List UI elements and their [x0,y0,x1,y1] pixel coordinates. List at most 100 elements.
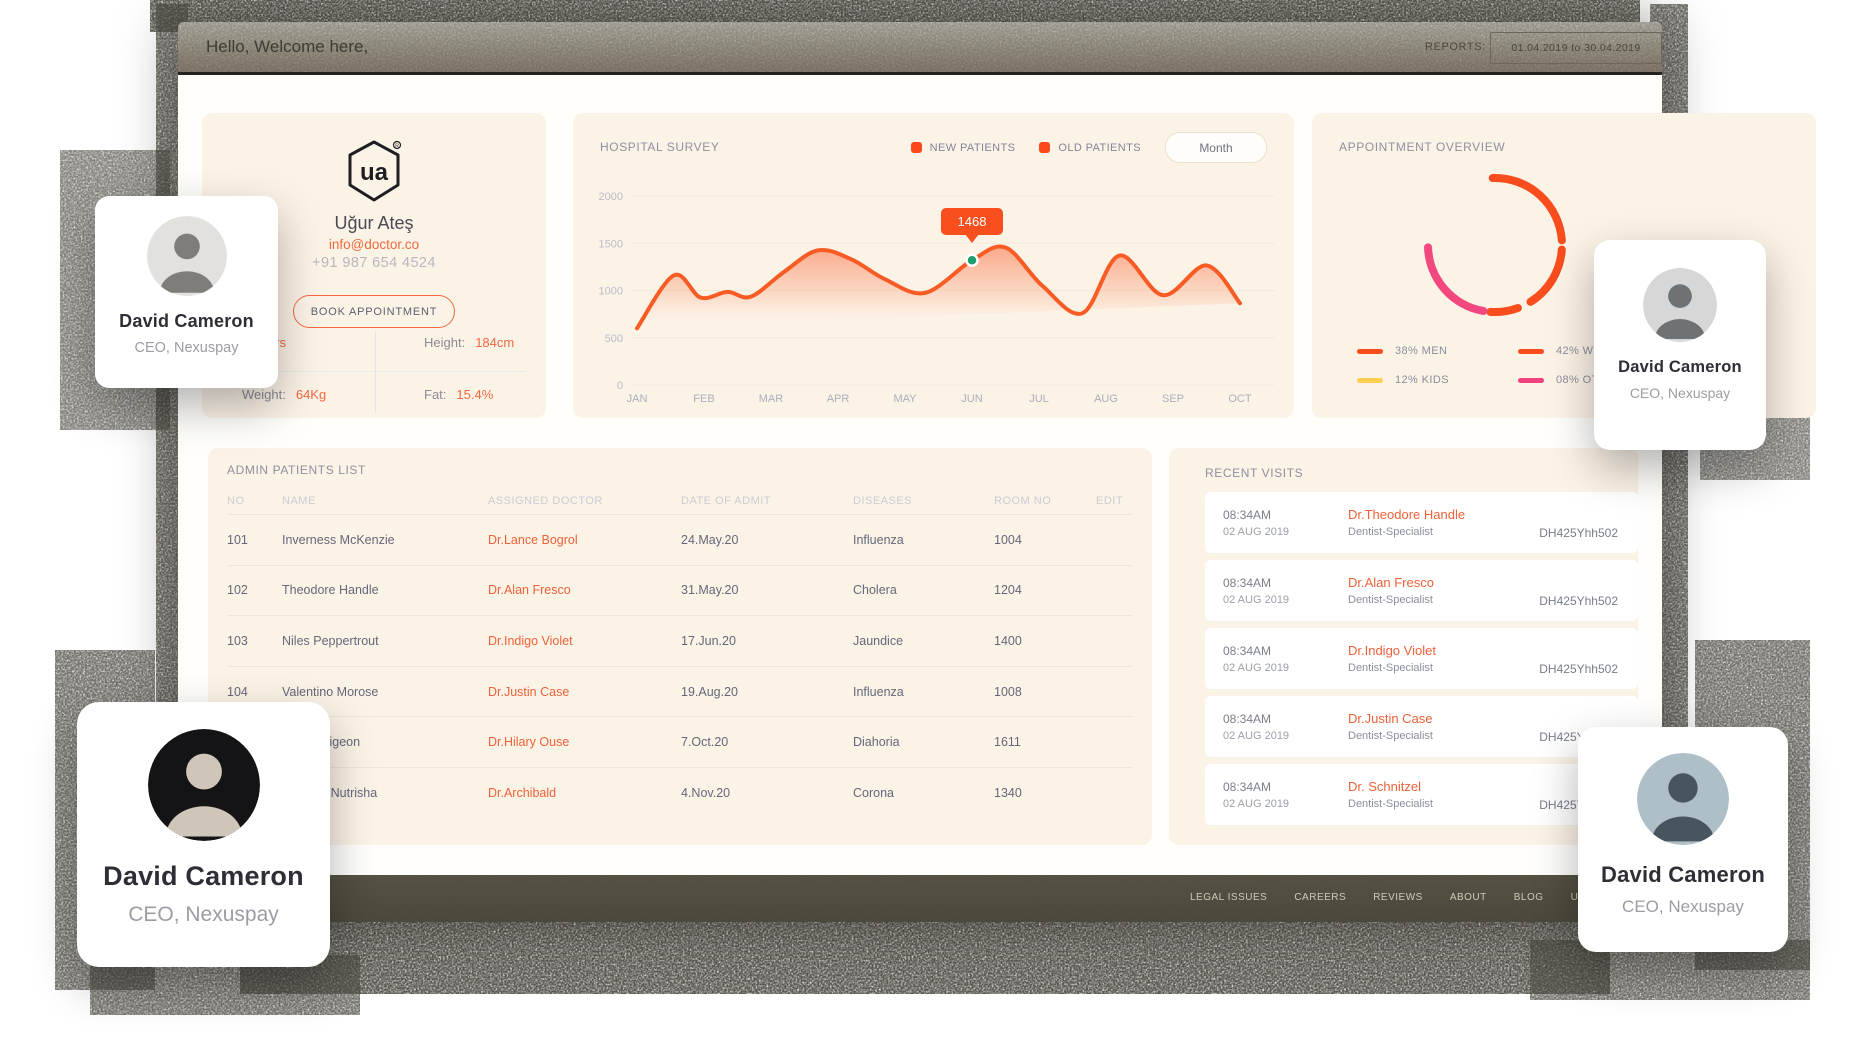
avatar [146,216,227,296]
stat-fat: Fat: 15.4% [424,387,494,402]
legend-old-patients: OLD PATIENTS [1039,142,1141,154]
overview-legend-item: 38% MEN [1357,345,1518,357]
column-header: DISEASES [853,495,913,507]
visits-title: RECENT VISITS [1205,466,1304,480]
admit-date: 17.Jun.20 [681,633,736,648]
column-header: NAME [282,495,316,507]
footer-link[interactable]: BLOG [1514,892,1544,903]
legend-swatch-new [910,142,922,153]
testimonial-role: CEO, Nexuspay [128,903,279,926]
footer-link[interactable]: ABOUT [1450,892,1487,903]
svg-text:1500: 1500 [599,238,623,250]
assigned-doctor[interactable]: Dr.Archibald [488,786,681,800]
admit-date: 4.Nov.20 [681,785,731,800]
column-header: ROOM NO [994,495,1052,507]
visit-time: 08:34AM 02 AUG 2019 [1223,711,1290,742]
doctor-link[interactable]: Dr.Indigo Violet [1348,643,1539,658]
assigned-doctor[interactable]: Dr.Lance Bogrol [488,533,681,547]
clinic-logo: ua R [348,140,402,202]
patient-row[interactable]: 104 Valentino Morose Dr.Justin Case 19.Aug.… [227,665,1133,717]
patient-no: 101 [227,532,248,547]
survey-title: HOSPITAL SURVEY [600,140,720,154]
svg-text:AUG: AUG [1094,393,1118,405]
visit-row[interactable]: 08:34AM 02 AUG 2019 Dr.Justin Case Dentist… [1205,696,1638,757]
assigned-doctor[interactable]: Dr.Hilary Ouse [488,735,681,749]
svg-text:JAN: JAN [627,393,648,405]
visit-row[interactable]: 08:34AM 02 AUG 2019 Dr.Theodore Handle Den… [1205,492,1638,553]
doctor-link[interactable]: Dr. Schnitzel [1348,779,1539,794]
patients-list-card: ADMIN PATIENTS LIST NO NAME ASSIGNED DOCTO… [208,448,1152,845]
assigned-doctor[interactable]: Dr.Justin Case [488,685,681,699]
recent-visits-card: RECENT VISITS 08:34AM 02 AUG 2019 Dr.Theo… [1169,448,1638,845]
svg-text:APR: APR [827,393,850,405]
patient-name: Theodore Handle [282,583,379,598]
patient-row[interactable]: 103 Niles Peppertrout Dr.Indigo Violet 17.J… [227,615,1133,666]
visit-id: DH425Yhh502 [1539,662,1618,676]
stat-weight: Weight: 64Kg [242,387,327,402]
testimonial-name: David Cameron [1601,862,1765,887]
doctor-link[interactable]: Dr.Justin Case [1348,711,1539,726]
patient-row[interactable]: 102 Theodore Handle Dr.Alan Fresco 31.May.2… [227,564,1133,616]
patient-row[interactable]: 105Walter PigeonDr.Hilary Ouse7.Oct.20Di… [227,716,1133,767]
visit-id: DH425Yhh502 [1539,526,1618,540]
doctor-link[interactable]: Dr.Alan Fresco [1348,575,1539,590]
legend-swatch-old [1039,142,1051,153]
visit-row[interactable]: 08:34AM 02 AUG 2019 Dr. Schnitzel Dentist-… [1205,764,1638,825]
patient-row[interactable]: 106Ingredia NutrishaDr.Archibald4.Nov.20… [227,766,1133,818]
svg-text:OCT: OCT [1228,393,1252,405]
admit-date: 31.May.20 [681,583,739,598]
testimonial-card: David Cameron CEO, Nexuspay [1578,727,1788,952]
footer-link[interactable]: LEGAL ISSUES [1190,892,1267,903]
survey-line-chart[interactable]: 2000 1500 1000 500 0 JAN FEB MAR APR MAY JUN JUL AUG… [573,163,1294,418]
svg-text:500: 500 [605,333,623,345]
visit-time: 08:34AM 02 AUG 2019 [1223,779,1290,810]
book-appointment-button[interactable]: BOOK APPOINTMENT [293,295,455,328]
room-no: 1004 [994,532,1022,547]
testimonial-card: David Cameron CEO, Nexuspay [77,702,330,967]
testimonial-name: David Cameron [103,861,304,891]
footer-links: LEGAL ISSUESCAREERSREVIEWSABOUTBLOGUPDAT… [1190,892,1621,903]
top-bar: Hello, Welcome here, REPORTS: 01.04.2019… [178,22,1662,75]
reports-label: REPORTS: [1425,41,1486,53]
patients-table-header: NO NAME ASSIGNED DOCTOR DATE OF ADMIT DISEAS… [227,488,1133,514]
date-range-picker[interactable]: 01.04.2019 to 30.04.2019 [1490,32,1662,64]
visit-time: 08:34AM 02 AUG 2019 [1223,643,1290,674]
legend-dash [1518,348,1544,354]
legend-dash [1518,377,1544,383]
testimonial-role: CEO, Nexuspay [1622,897,1744,916]
overview-legend-item: 12% KIDS [1357,374,1518,386]
assigned-doctor[interactable]: Dr.Indigo Violet [488,634,681,648]
footer-link[interactable]: CAREERS [1294,892,1346,903]
avatar [1643,268,1717,342]
month-dropdown[interactable]: Month [1165,132,1267,163]
footer-link[interactable]: REVIEWS [1373,892,1423,903]
testimonial-name: David Cameron [119,311,254,331]
doctor-link[interactable]: Dr.Theodore Handle [1348,507,1539,522]
patient-name: Niles Peppertrout [282,633,379,648]
svg-text:FEB: FEB [693,393,714,405]
svg-text:1000: 1000 [599,286,623,298]
patient-no: 104 [227,684,248,699]
visit-row[interactable]: 08:34AM 02 AUG 2019 Dr.Indigo Violet Denti… [1205,628,1638,689]
legend-dash [1357,348,1383,354]
disease: Corona [853,785,894,800]
column-header: DATE OF ADMIT [681,495,772,507]
legend-dash [1357,377,1383,383]
svg-text:1468: 1468 [958,214,987,229]
visit-doctor: Dr.Justin Case Dentist-Specialist [1348,711,1539,742]
svg-text:R: R [395,143,399,149]
testimonial-card: David Cameron CEO, Nexuspay [95,196,278,388]
visit-row[interactable]: 08:34AM 02 AUG 2019 Dr.Alan Fresco Dentist… [1205,560,1638,621]
disease: Influenza [853,532,904,547]
visit-doctor: Dr.Theodore Handle Dentist-Specialist [1348,507,1539,538]
patient-no: 103 [227,633,248,648]
patient-row[interactable]: 101 Inverness McKenzie Dr.Lance Bogrol 24.M… [227,514,1133,565]
visit-id: DH425Yhh502 [1539,594,1618,608]
column-header: NO [227,495,245,507]
room-no: 1400 [994,633,1022,648]
svg-text:0: 0 [617,380,623,392]
visit-doctor: Dr.Indigo Violet Dentist-Specialist [1348,643,1539,674]
svg-text:MAR: MAR [759,393,784,405]
disease: Influenza [853,684,904,699]
assigned-doctor[interactable]: Dr.Alan Fresco [488,583,681,597]
